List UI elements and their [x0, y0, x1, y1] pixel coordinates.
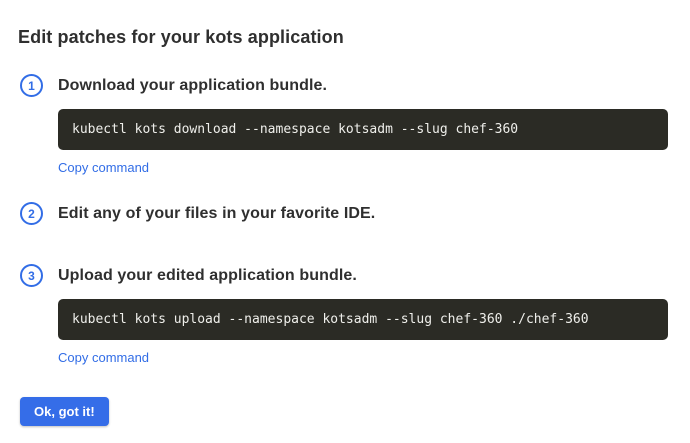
step-3-command-text: kubectl kots upload --namespace kotsadm …	[72, 312, 589, 327]
step-1-section: 1 Download your application bundle. kube…	[0, 74, 690, 177]
step-3-copy-command-link[interactable]: Copy command	[58, 350, 149, 366]
step-2-header: 2 Edit any of your files in your favorit…	[20, 202, 690, 225]
ok-got-it-button[interactable]: Ok, got it!	[20, 397, 109, 426]
page-title: Edit patches for your kots application	[18, 27, 690, 48]
step-1-command-codeblock: kubectl kots download --namespace kotsad…	[58, 109, 668, 150]
step-3-section: 3 Upload your edited application bundle.…	[0, 264, 690, 367]
step-1-header: 1 Download your application bundle.	[20, 74, 690, 97]
step-3-heading: Upload your edited application bundle.	[58, 265, 357, 287]
edit-patches-panel: Edit patches for your kots application 1…	[0, 0, 690, 426]
step-1-number-badge: 1	[20, 74, 43, 97]
step-1-command-text: kubectl kots download --namespace kotsad…	[72, 122, 518, 137]
step-1-copy-command-link[interactable]: Copy command	[58, 160, 149, 176]
step-2-section: 2 Edit any of your files in your favorit…	[0, 202, 690, 225]
step-3-command-codeblock: kubectl kots upload --namespace kotsadm …	[58, 299, 668, 340]
step-2-heading: Edit any of your files in your favorite …	[58, 203, 375, 225]
step-2-number-badge: 2	[20, 202, 43, 225]
step-1-heading: Download your application bundle.	[58, 75, 327, 97]
step-3-header: 3 Upload your edited application bundle.	[20, 264, 690, 287]
step-3-number-badge: 3	[20, 264, 43, 287]
